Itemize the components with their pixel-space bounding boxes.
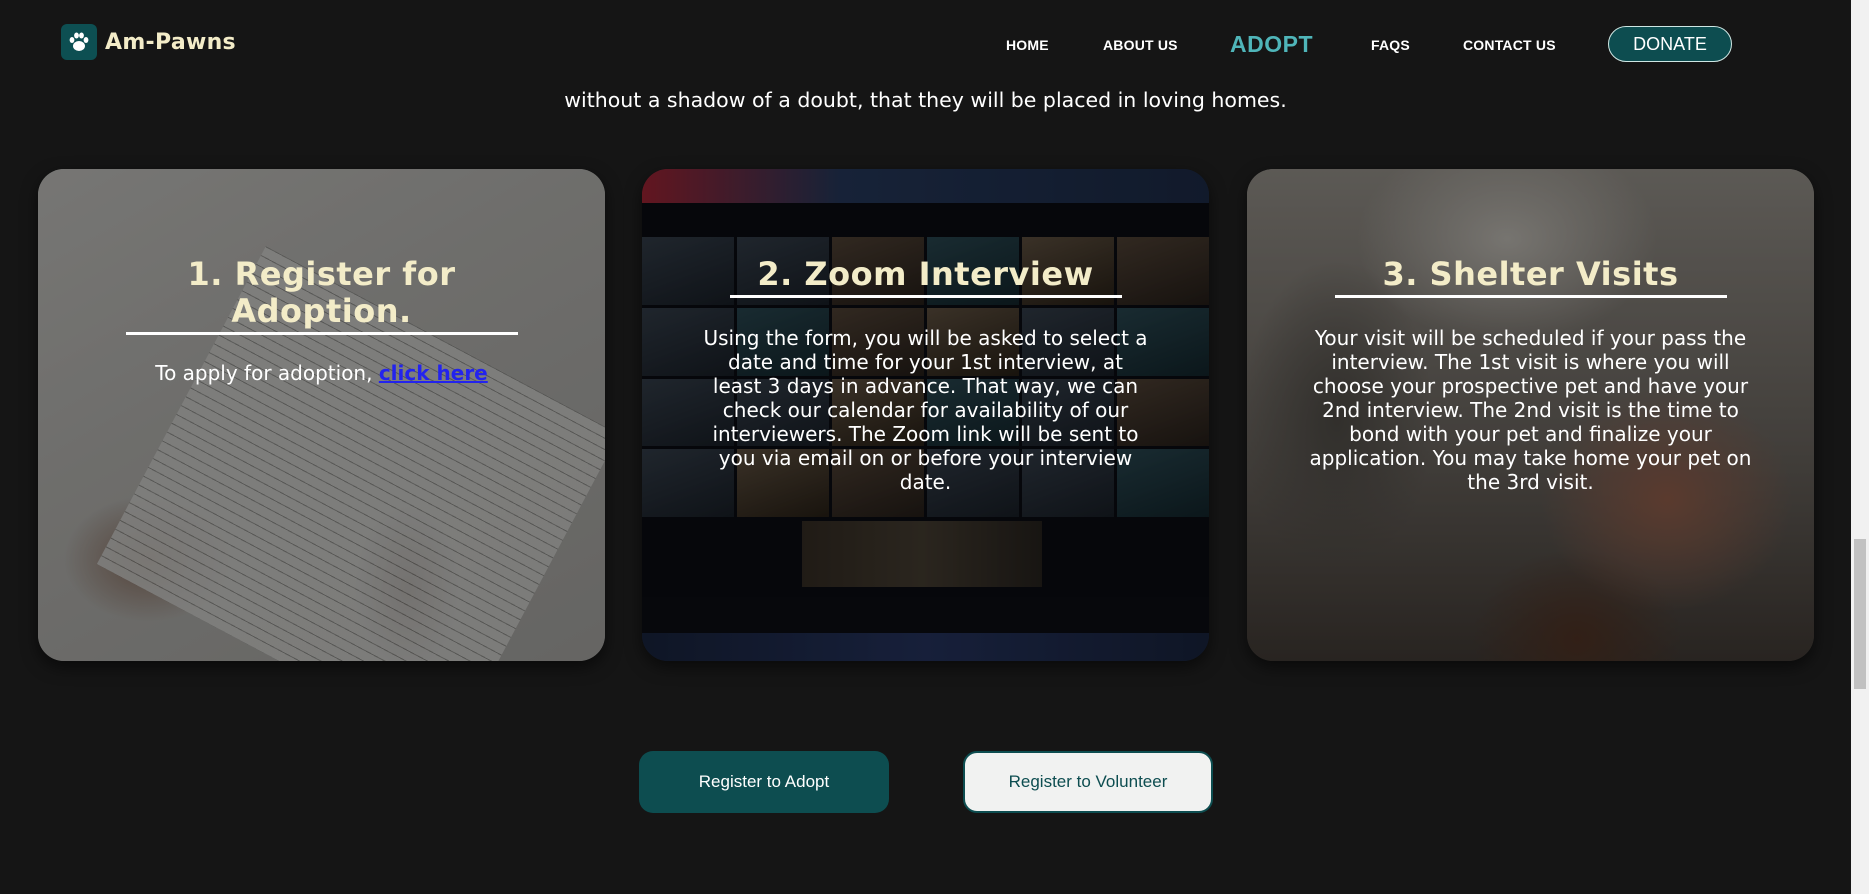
card-text: To apply for adoption, click here: [98, 361, 545, 385]
donate-button[interactable]: DONATE: [1608, 26, 1732, 62]
card-zoom-interview: 2. Zoom Interview Using the form, you wi…: [642, 169, 1209, 661]
register-to-volunteer-button[interactable]: Register to Volunteer: [963, 751, 1213, 813]
title-underline: [1334, 295, 1727, 298]
card-content: 1. Register for Adoption. To apply for a…: [38, 256, 605, 385]
title-underline: [729, 295, 1122, 298]
card-title: 3. Shelter Visits: [1382, 255, 1679, 293]
site-header: Am-Pawns HOME ABOUT US ADOPT FAQS CONTAC…: [0, 0, 1851, 90]
title-underline: [125, 332, 518, 335]
nav-about-us[interactable]: ABOUT US: [1103, 37, 1178, 53]
page-scrollbar[interactable]: [1851, 0, 1869, 894]
main-nav: HOME ABOUT US ADOPT FAQS CONTACT US DONA…: [0, 0, 1851, 90]
card-overlay: [38, 169, 605, 661]
nav-contact-us[interactable]: CONTACT US: [1463, 37, 1556, 53]
register-to-adopt-button[interactable]: Register to Adopt: [639, 751, 889, 813]
nav-home[interactable]: HOME: [1006, 37, 1049, 53]
card-text-lead: To apply for adoption,: [155, 361, 379, 385]
nav-faqs[interactable]: FAQS: [1371, 37, 1410, 53]
card-title: 2. Zoom Interview: [757, 255, 1094, 293]
card-content: 2. Zoom Interview Using the form, you wi…: [642, 255, 1209, 495]
card-content: 3. Shelter Visits Your visit will be sch…: [1247, 255, 1814, 495]
card-text: Using the form, you will be asked to sel…: [703, 326, 1148, 494]
intro-text: without a shadow of a doubt, that they w…: [564, 88, 1287, 112]
apply-link[interactable]: click here: [379, 361, 488, 385]
card-shelter-visits: 3. Shelter Visits Your visit will be sch…: [1247, 169, 1814, 661]
scrollbar-thumb[interactable]: [1854, 539, 1866, 689]
card-title: 1. Register for Adoption.: [187, 255, 456, 330]
nav-adopt[interactable]: ADOPT: [1230, 31, 1313, 58]
card-text: Your visit will be scheduled if your pas…: [1309, 326, 1752, 494]
card-register: 1. Register for Adoption. To apply for a…: [38, 169, 605, 661]
